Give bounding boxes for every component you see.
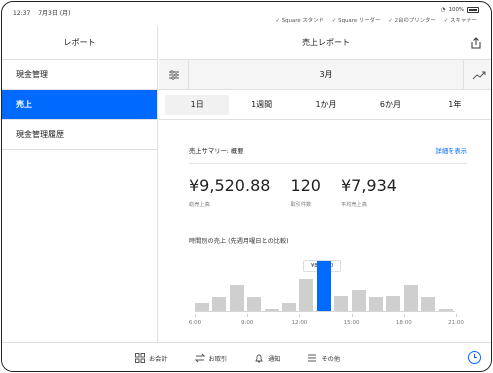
date-text: 7月3日 (月) xyxy=(38,10,71,17)
bottom-nav-notifications-label: 通知 xyxy=(268,355,281,363)
chart-bar[interactable] xyxy=(229,284,244,312)
x-axis-label: 6:00 xyxy=(188,320,202,326)
trend-button[interactable] xyxy=(463,60,491,90)
chart-bar[interactable] xyxy=(247,296,262,312)
wifi-icon: ◔ xyxy=(440,7,446,13)
date-range-tabs: 1日 1週間 1か月 6か月 1年 xyxy=(159,90,491,120)
x-axis-tick xyxy=(247,314,249,317)
chart-x-axis-labels: 6:00 9:00 12:00 15:00 18:00 21:00 xyxy=(188,320,464,330)
sidebar-title: レポート xyxy=(2,26,157,60)
menu-icon xyxy=(308,354,317,362)
metric-transactions: 120 取引件数 xyxy=(290,176,321,208)
chart-bar[interactable] xyxy=(421,296,436,312)
x-axis-tick xyxy=(195,314,196,317)
x-axis-tick xyxy=(456,314,457,317)
sidebar-item-sales[interactable]: 売上 xyxy=(2,90,157,120)
battery-percent: 100% xyxy=(448,7,464,13)
summary-title: 売上サマリー: 概要 xyxy=(189,148,244,155)
metric-average-sale: ¥7,934 平均売上高 xyxy=(341,176,397,208)
chart-bar[interactable] xyxy=(403,284,418,312)
sales-summary-panel: 売上サマリー: 概要 詳細を表示 ¥9,520.88 総売上高 120 取引件数… xyxy=(189,146,467,208)
tab-1-month[interactable]: 1か月 xyxy=(294,95,358,115)
tab-1-week[interactable]: 1週間 xyxy=(229,95,293,115)
tab-6-months[interactable]: 6か月 xyxy=(358,95,422,115)
trend-icon xyxy=(472,71,485,80)
sidebar-item-cash-management-history[interactable]: 現金管理履歴 xyxy=(2,120,157,150)
bottom-nav-more-label: その他 xyxy=(321,355,341,363)
filter-row: 3月 xyxy=(159,59,491,90)
x-axis-label: 18:00 xyxy=(395,320,412,326)
device-status-printers: ✓ 2台のプリンター xyxy=(388,18,436,24)
bell-icon xyxy=(255,354,263,363)
filter-button[interactable] xyxy=(159,59,189,90)
view-details-link[interactable]: 詳細を表示 xyxy=(436,146,467,155)
app-frame: 12:37 7月3日 (月) ◔ 100% ✓ Square スタンド ✓ Sq… xyxy=(1,1,492,372)
chart-bar[interactable] xyxy=(212,296,227,312)
chart-axis-line xyxy=(195,311,455,312)
x-axis-tick xyxy=(299,314,301,317)
hourly-sales-chart: ¥855.20 6:009:0012:0015:0018:0021:00 xyxy=(188,250,464,342)
average-sale-value: ¥7,934 xyxy=(340,176,397,195)
filter-icon xyxy=(168,69,179,80)
transactions-label: 取引件数 xyxy=(290,202,312,208)
transfer-icon xyxy=(194,353,205,363)
chart-bar[interactable] xyxy=(299,278,314,312)
device-status-scanner: ✓ スキャナー xyxy=(443,18,477,24)
x-axis-label: 12:00 xyxy=(291,320,308,326)
metric-gross-sales: ¥9,520.88 総売上高 xyxy=(189,176,270,208)
battery-icon xyxy=(467,7,479,13)
page-title: 売上レポート xyxy=(302,38,350,47)
status-right: ◔ 100% xyxy=(441,7,479,13)
bottom-nav-notifications[interactable]: 通知 xyxy=(254,353,280,363)
summary-header: 売上サマリー: 概要 詳細を表示 xyxy=(189,146,467,164)
bottom-nav-checkout[interactable]: お会計 xyxy=(134,353,168,363)
gross-sales-label: 総売上高 xyxy=(189,202,210,208)
time-text: 12:37 xyxy=(13,10,31,17)
sidebar: レポート 現金管理 売上 現金管理履歴 xyxy=(2,26,158,342)
x-axis-label: 9:00 xyxy=(241,320,254,326)
chart-bar[interactable] xyxy=(334,295,349,312)
status-time: 12:37 7月3日 (月) xyxy=(13,8,70,17)
bottom-nav: お会計 お取引 通知 その他 xyxy=(2,342,491,371)
x-axis-tick xyxy=(403,314,405,317)
chart-bar[interactable] xyxy=(316,260,331,312)
summary-metrics: ¥9,520.88 総売上高 120 取引件数 ¥7,934 平均売上高 xyxy=(189,176,467,208)
bottom-nav-transactions-label: お取引 xyxy=(208,355,228,363)
bottom-nav-items: お会計 お取引 通知 その他 xyxy=(2,343,491,371)
device-status-reader: ✓ Square リーダー xyxy=(331,18,381,24)
x-axis-label: 21:00 xyxy=(448,320,464,326)
main-header: 売上レポート xyxy=(159,26,491,60)
bottom-nav-more[interactable]: その他 xyxy=(307,353,340,363)
tab-1-year[interactable]: 1年 xyxy=(423,95,487,115)
chart-bar[interactable] xyxy=(351,290,366,312)
bottom-nav-checkout-label: お会計 xyxy=(148,355,168,363)
month-selector[interactable]: 3月 xyxy=(189,69,491,80)
transactions-value: 120 xyxy=(290,176,321,195)
device-status-row: ✓ Square スタンド ✓ Square リーダー ✓ 2台のプリンター ✓… xyxy=(275,16,477,24)
gross-sales-value: ¥9,520.88 xyxy=(189,176,271,195)
clock-icon[interactable] xyxy=(468,351,481,364)
chart-bar[interactable] xyxy=(386,295,401,312)
chart-bars xyxy=(195,250,455,312)
bottom-nav-transactions[interactable]: お取引 xyxy=(194,353,228,363)
share-icon[interactable] xyxy=(469,36,483,50)
status-bar: 12:37 7月3日 (月) ◔ 100% ✓ Square スタンド ✓ Sq… xyxy=(2,2,491,26)
x-axis-tick xyxy=(351,314,353,317)
hourly-sales-title: 時間別の売上 (先週月曜日との比較) xyxy=(189,238,289,245)
device-status-stand: ✓ Square スタンド xyxy=(275,18,324,24)
sidebar-item-cash-management[interactable]: 現金管理 xyxy=(2,60,157,90)
average-sale-label: 平均売上高 xyxy=(340,202,367,208)
grid-icon xyxy=(134,353,145,363)
tab-1-day[interactable]: 1日 xyxy=(165,94,230,115)
chart-bar[interactable] xyxy=(369,297,383,312)
x-axis-label: 15:00 xyxy=(343,320,360,326)
